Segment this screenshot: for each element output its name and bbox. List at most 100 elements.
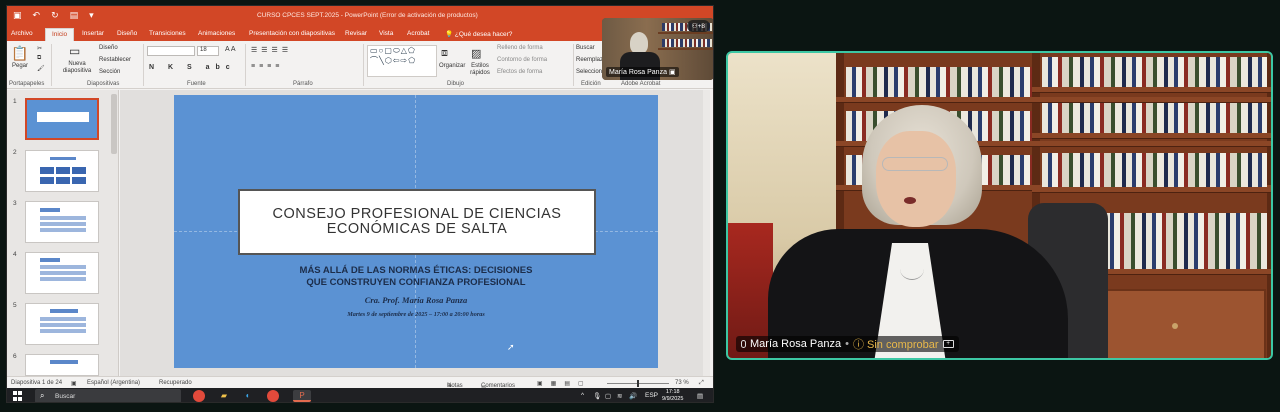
tab-diseno[interactable]: Diseño — [117, 30, 137, 37]
participants-count-badge[interactable]: ⚇+8 — [686, 20, 710, 32]
chrome-icon[interactable] — [193, 390, 205, 402]
paragraph-align-icons[interactable]: ≡≡≡≡ — [251, 63, 283, 70]
group-clipboard-label: Portapapeles — [9, 81, 45, 87]
subtitle-line-2: QUE CONSTRUYEN CONFIANZA PROFESIONAL — [306, 277, 526, 288]
slide-thumbnail-1[interactable] — [25, 98, 99, 140]
taskbar-clock[interactable]: 17:18 9/9/2025 — [662, 389, 683, 402]
group-font-label: Fuente — [187, 81, 206, 87]
zoom-level[interactable]: 73 % — [675, 380, 689, 386]
shape-fill-button[interactable]: Relleno de forma — [497, 45, 543, 51]
shape-outline-button[interactable]: Contorno de forma — [497, 57, 547, 63]
zoom-slider-thumb[interactable] — [637, 380, 639, 387]
fit-to-window-icon[interactable]: ⤢ — [699, 380, 704, 387]
thumb-number: 6 — [13, 353, 17, 360]
save-icon[interactable]: ▣ — [13, 10, 22, 21]
group-acrobat-label: Adobe Acrobat — [621, 81, 661, 87]
chrome-profile-icon[interactable] — [267, 390, 279, 402]
font-size-select[interactable]: 18 — [197, 46, 219, 56]
shape-effects-button[interactable]: Efectos de forma — [497, 69, 542, 75]
paragraph-list-icons[interactable]: ☰☰☰☰ — [251, 46, 292, 54]
tell-me-search[interactable]: 💡 ¿Qué desea hacer? — [445, 30, 512, 38]
screen-share-icon: + — [942, 340, 954, 348]
tab-animaciones[interactable]: Animaciones — [198, 30, 235, 37]
view-buttons[interactable]: ▣▦▤▢ — [537, 380, 592, 387]
reset-button[interactable]: Restablecer — [99, 57, 131, 63]
slide-author[interactable]: Cra. Prof. María Rosa Panza — [174, 295, 658, 305]
clock-time: 17:18 — [665, 389, 680, 395]
undo-icon[interactable]: ↶ — [33, 10, 41, 21]
tab-acrobat[interactable]: Acrobat — [407, 30, 429, 37]
arrange-icon[interactable]: ⧈ — [441, 47, 448, 60]
slide-thumbnail-2[interactable] — [25, 150, 99, 192]
powerpoint-taskbar-icon[interactable]: P — [293, 390, 311, 402]
self-view-tile[interactable]: ⚇+8 María Rosa Panza ▣ — [602, 18, 713, 80]
shapes-gallery[interactable]: ▭○▢⬭△⬠ ⌒╲⬡⇦⇨⬠ — [367, 45, 437, 77]
slide-date[interactable]: Martes 9 de septiembre de 2025 – 17:00 a… — [174, 311, 658, 318]
network-tray-icon[interactable]: ▢ — [605, 392, 611, 400]
slide-thumbnail-6[interactable] — [25, 354, 99, 376]
tab-archivo[interactable]: Archivo — [11, 30, 33, 37]
mouse-cursor-icon: ➚ — [507, 342, 515, 352]
slide-thumbnail-4[interactable] — [25, 252, 99, 294]
tab-transiciones[interactable]: Transiciones — [149, 30, 186, 37]
slide-canvas: CONSEJO PROFESIONAL DE CIENCIAS ECONÓMIC… — [120, 90, 710, 376]
paste-button[interactable]: Pegar — [12, 63, 28, 69]
format-painter-icon[interactable]: 🖌 — [37, 65, 45, 72]
layout-button[interactable]: Diseño — [99, 45, 118, 51]
spellcheck-icon[interactable]: ▣ — [71, 380, 77, 387]
find-button[interactable]: Buscar — [576, 45, 595, 51]
slide-thumbnail-3[interactable] — [25, 201, 99, 243]
thumb-number: 3 — [13, 200, 17, 207]
thumb-number: 1 — [13, 98, 17, 105]
edge-icon[interactable]: ◐ — [241, 390, 255, 402]
grow-font-icon[interactable]: A A — [225, 46, 236, 53]
new-slide-button[interactable]: Nueva diapositiva — [59, 61, 95, 75]
tab-revisar[interactable]: Revisar — [345, 30, 367, 37]
slide-count: Diapositiva 1 de 24 — [11, 380, 63, 386]
taskbar-search-label: Buscar — [55, 392, 76, 400]
mic-tray-icon[interactable]: 🎙 — [593, 392, 601, 400]
new-slide-icon[interactable]: ▭ — [69, 44, 80, 58]
subtitle-line-1: MÁS ALLÁ DE LAS NORMAS ÉTICAS: DECISIONE… — [299, 265, 533, 276]
slide-title: CONSEJO PROFESIONAL DE CIENCIAS ECONÓMIC… — [272, 206, 562, 237]
thumb-number: 2 — [13, 149, 17, 156]
arrange-button[interactable]: Organizar — [439, 63, 465, 69]
thumbnails-scrollbar[interactable] — [111, 94, 117, 154]
customize-toolbar-icon[interactable]: ▾ — [89, 10, 94, 21]
canvas-scrollbar[interactable] — [703, 90, 710, 376]
windows-start-icon[interactable] — [13, 391, 23, 401]
font-family-select[interactable] — [147, 46, 195, 56]
presentation-start-icon[interactable]: ▤ — [70, 10, 79, 21]
language-status[interactable]: Español (Argentina) — [87, 380, 140, 386]
tray-overflow-icon[interactable]: ^ — [581, 392, 584, 399]
quick-styles-icon[interactable]: ▨ — [471, 47, 481, 60]
tab-inicio[interactable]: Inicio — [45, 28, 75, 41]
wifi-icon[interactable]: ≋ — [617, 392, 622, 400]
file-explorer-icon[interactable]: ▰ — [217, 390, 231, 402]
section-button[interactable]: Sección — [99, 69, 120, 75]
slide-title-box[interactable]: CONSEJO PROFESIONAL DE CIENCIAS ECONÓMIC… — [238, 189, 596, 255]
tab-insertar[interactable]: Insertar — [82, 30, 104, 37]
clipboard-icon[interactable]: 📋 — [11, 45, 28, 62]
redo-icon[interactable]: ↻ — [51, 10, 59, 21]
quick-styles-button[interactable]: Estilos rápidos — [467, 63, 493, 77]
current-slide[interactable]: CONSEJO PROFESIONAL DE CIENCIAS ECONÓMIC… — [174, 95, 658, 368]
taskbar-search[interactable]: ⌕ Buscar — [35, 389, 181, 402]
shared-screen: ▣ ↶ ↻ ▤ ▾ CURSO CPCES SEPT.2025 - PowerP… — [6, 5, 714, 403]
tell-me-text: ¿Qué desea hacer? — [454, 31, 513, 38]
cut-icon[interactable]: ✂ — [37, 45, 42, 52]
slide-thumbnail-5[interactable] — [25, 303, 99, 345]
lightbulb-icon: 💡 — [445, 31, 454, 38]
microphone-icon — [741, 340, 746, 348]
bookcase-drawer — [1086, 289, 1266, 358]
tab-presentacion[interactable]: Presentación con diapositivas — [249, 30, 335, 37]
participant-video-tile[interactable]: María Rosa Panza • ⓘ Sin comprobar + — [726, 51, 1273, 360]
tab-vista[interactable]: Vista — [379, 30, 393, 37]
input-language[interactable]: ESP — [645, 392, 658, 399]
copy-icon[interactable]: ⧉ — [37, 55, 41, 62]
slide-subtitle[interactable]: MÁS ALLÁ DE LAS NORMAS ÉTICAS: DECISIONE… — [174, 265, 658, 289]
volume-icon[interactable]: 🔊 — [629, 392, 637, 400]
font-format-buttons[interactable]: N K S abc — [149, 64, 236, 71]
search-icon: ⌕ — [40, 391, 45, 400]
notifications-icon[interactable]: ▤ — [697, 392, 703, 400]
